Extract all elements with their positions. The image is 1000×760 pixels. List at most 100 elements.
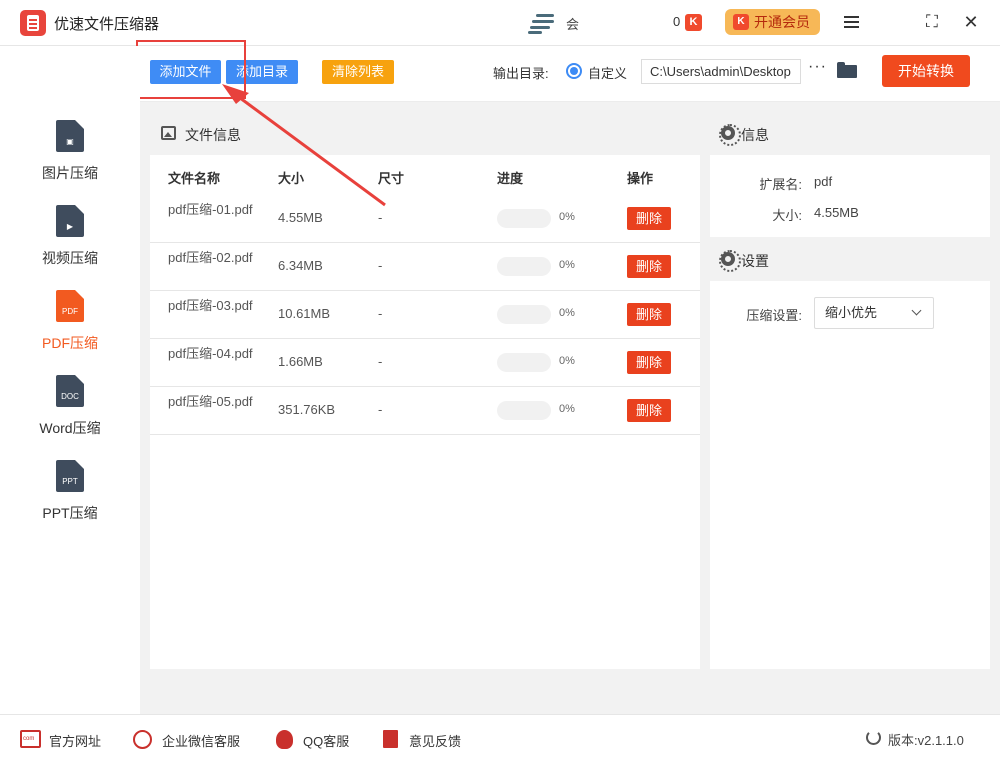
- file-name: pdf压缩-03.pdf: [168, 298, 253, 313]
- info-panel-title: 信息: [741, 127, 769, 143]
- feedback-icon: [383, 730, 398, 748]
- image-icon: [161, 126, 176, 140]
- file-dimension: -: [378, 354, 383, 369]
- ppt-doc-icon: PPT: [56, 460, 84, 492]
- close-icon[interactable]: ✕: [960, 11, 982, 33]
- file-name: pdf压缩-02.pdf: [168, 250, 253, 265]
- progress-text: 0%: [559, 211, 575, 223]
- gear-icon: [719, 124, 741, 146]
- folder-icon[interactable]: [837, 62, 857, 78]
- more-icon[interactable]: ···: [808, 58, 827, 76]
- doc-glyph: ▣: [66, 137, 74, 146]
- progress-text: 0%: [559, 355, 575, 367]
- user-avatar-icon[interactable]: [528, 12, 558, 34]
- vip-icon: K: [733, 14, 749, 30]
- refresh-icon[interactable]: [866, 730, 881, 745]
- progress-text: 0%: [559, 307, 575, 319]
- sidebar-item-2[interactable]: PDF PDF压缩: [0, 290, 140, 370]
- file-size: 4.55MB: [278, 210, 323, 225]
- video-doc-icon: ▶: [56, 205, 84, 237]
- table-row: pdf压缩-05.pdf 351.76KB - 0% 删除: [150, 387, 700, 435]
- settings-gear-icon: [719, 250, 741, 272]
- output-path-input[interactable]: [641, 59, 801, 84]
- delete-button[interactable]: 删除: [627, 303, 671, 326]
- file-dimension: -: [378, 306, 383, 321]
- info-panel-header: 信息: [710, 111, 990, 155]
- vip-button[interactable]: K 开通会员: [725, 9, 820, 35]
- file-size: 1.66MB: [278, 354, 323, 369]
- size-label: 大小:: [772, 208, 802, 223]
- table-row: pdf压缩-02.pdf 6.34MB - 0% 删除: [150, 243, 700, 291]
- table-row: pdf压缩-03.pdf 10.61MB - 0% 删除: [150, 291, 700, 339]
- maximize-icon[interactable]: ⛶: [921, 11, 943, 33]
- website-link-label: 官方网址: [49, 734, 102, 749]
- coin-count: 0: [673, 14, 681, 29]
- file-size: 351.76KB: [278, 402, 336, 417]
- sidebar-item-label: PPT压缩: [42, 505, 98, 521]
- menu-icon[interactable]: [841, 11, 863, 33]
- pdf-doc-icon: PDF: [56, 290, 84, 322]
- sidebar-item-label: 图片压缩: [42, 165, 98, 181]
- file-dimension: -: [378, 258, 383, 273]
- progress-text: 0%: [559, 259, 575, 271]
- version-text: 版本:v2.1.1.0: [888, 733, 964, 748]
- sidebar-item-4[interactable]: PPT PPT压缩: [0, 460, 140, 540]
- chevron-down-icon: [911, 305, 922, 316]
- delete-button[interactable]: 删除: [627, 255, 671, 278]
- file-name: pdf压缩-05.pdf: [168, 394, 253, 409]
- extension-label: 扩展名:: [759, 177, 802, 192]
- wechat-icon: [133, 730, 152, 749]
- qq-service-label: QQ客服: [303, 734, 350, 749]
- qq-icon: [276, 730, 293, 749]
- custom-radio[interactable]: [566, 63, 582, 79]
- progress-bar: [497, 305, 551, 324]
- wechat-service-label: 企业微信客服: [162, 734, 241, 749]
- image-doc-icon: ▣: [56, 120, 84, 152]
- file-panel-title: 文件信息: [185, 127, 241, 143]
- size-value: 4.55MB: [814, 205, 859, 220]
- sidebar-item-1[interactable]: ▶ 视频压缩: [0, 205, 140, 285]
- col-header-size: 大小: [278, 171, 305, 186]
- sidebar: ▣ 图片压缩 ▶ 视频压缩 PDF PDF压缩 DOC Word压缩 PPT PPT压缩: [0, 46, 140, 714]
- user-name[interactable]: 会: [566, 14, 579, 33]
- file-name: pdf压缩-01.pdf: [168, 202, 253, 217]
- doc-glyph: PPT: [62, 477, 78, 486]
- sidebar-item-label: PDF压缩: [42, 335, 98, 351]
- coin-icon: K: [685, 14, 702, 31]
- vip-button-label: 开通会员: [754, 14, 810, 30]
- word-doc-icon: DOC: [56, 375, 84, 407]
- delete-button[interactable]: 删除: [627, 351, 671, 374]
- start-convert-button[interactable]: 开始转换: [882, 55, 970, 87]
- progress-bar: [497, 257, 551, 276]
- add-file-button[interactable]: 添加文件: [150, 60, 221, 84]
- clear-list-button[interactable]: 清除列表: [322, 60, 394, 84]
- add-folder-button[interactable]: 添加目录: [226, 60, 298, 84]
- app-title: 优速文件压缩器: [54, 16, 160, 33]
- settings-panel-title: 设置: [741, 253, 769, 269]
- compress-setting-select[interactable]: 缩小优先: [814, 297, 934, 329]
- settings-panel-header: 设置: [710, 237, 990, 281]
- progress-bar: [497, 401, 551, 420]
- delete-button[interactable]: 删除: [627, 207, 671, 230]
- compress-setting-value: 缩小优先: [825, 305, 878, 320]
- feedback-label: 意见反馈: [409, 734, 462, 749]
- doc-glyph: ▶: [66, 222, 74, 231]
- compress-setting-label: 压缩设置:: [746, 308, 802, 323]
- file-name: pdf压缩-04.pdf: [168, 346, 253, 361]
- footer: 官方网址 企业微信客服 QQ客服 意见反馈: [0, 714, 1000, 760]
- progress-bar: [497, 209, 551, 228]
- delete-button[interactable]: 删除: [627, 399, 671, 422]
- title-bar: 优速文件压缩器 会 0 K K 开通会员 ⛶ ✕: [0, 0, 1000, 46]
- custom-radio-label[interactable]: 自定义: [588, 63, 627, 82]
- sidebar-item-0[interactable]: ▣ 图片压缩: [0, 120, 140, 200]
- col-header-action: 操作: [627, 171, 654, 186]
- app-logo-icon: [20, 10, 46, 36]
- file-dimension: -: [378, 210, 383, 225]
- table-row: pdf压缩-01.pdf 4.55MB - 0% 删除: [150, 195, 700, 243]
- table-row: pdf压缩-04.pdf 1.66MB - 0% 删除: [150, 339, 700, 387]
- col-header-dimension: 尺寸: [378, 171, 405, 186]
- website-icon: [20, 730, 41, 748]
- file-dimension: -: [378, 402, 383, 417]
- doc-glyph: DOC: [61, 392, 79, 401]
- sidebar-item-3[interactable]: DOC Word压缩: [0, 375, 140, 455]
